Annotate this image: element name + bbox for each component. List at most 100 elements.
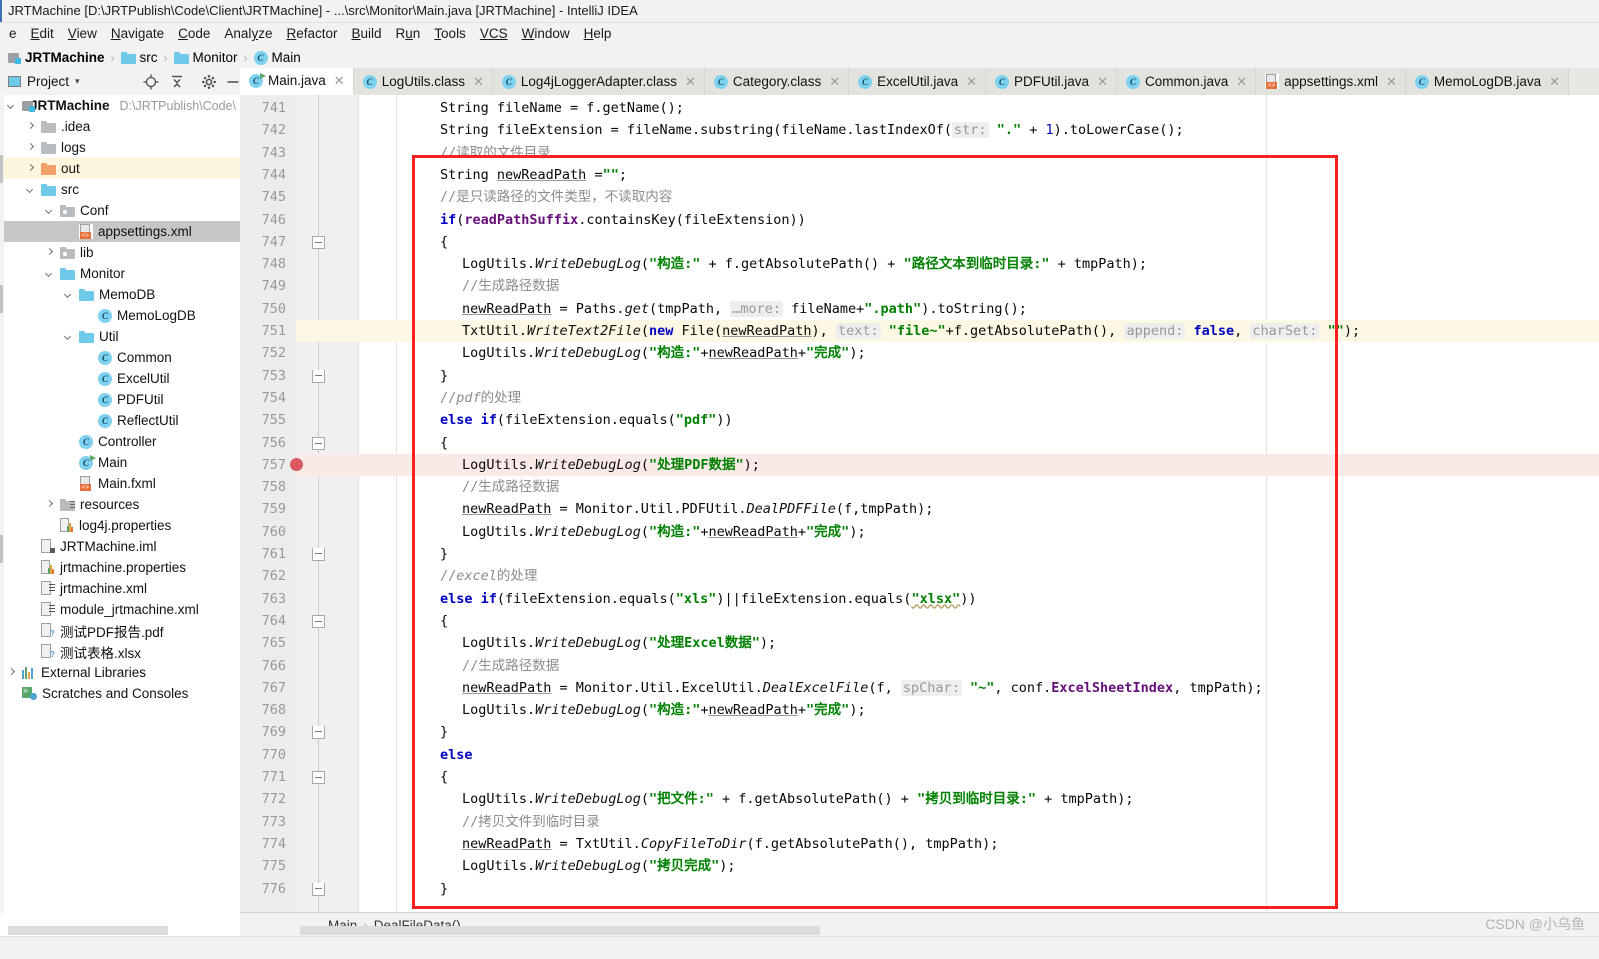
tree-item-controller[interactable]: C Controller [0, 431, 240, 452]
code-line-763[interactable]: 763 else if(fileExtension.equals("xls")||… [240, 588, 1599, 610]
menu-item-refactor[interactable]: Refactor [279, 23, 344, 45]
code-line-746[interactable]: 746 if(readPathSuffix.containsKey(fileExt… [240, 209, 1599, 231]
code-line-764[interactable]: 764 { [240, 610, 1599, 632]
code-line-760[interactable]: 760 LogUtils.WriteDebugLog("构造:"+newReadP… [240, 521, 1599, 543]
code-line-757[interactable]: 757 LogUtils.WriteDebugLog("处理PDF数据"); [240, 453, 1599, 477]
editor-tab-category-class[interactable]: C Category.class ✕ [704, 68, 850, 95]
code-line-768[interactable]: 768 LogUtils.WriteDebugLog("构造:"+newReadP… [240, 699, 1599, 721]
tree-item-resources[interactable]: resources [0, 494, 240, 515]
tree-item-external-libraries[interactable]: External Libraries [0, 662, 240, 683]
chevron-right-icon[interactable] [25, 121, 36, 132]
project-horizontal-scrollbar[interactable] [8, 926, 168, 935]
code-line-769[interactable]: 769} [240, 721, 1599, 743]
close-icon[interactable]: ✕ [473, 74, 484, 90]
tree-item-common[interactable]: C Common [0, 347, 240, 368]
menu-item-e[interactable]: e [2, 23, 24, 45]
menu-item-code[interactable]: Code [171, 23, 217, 45]
menu-item-view[interactable]: View [61, 23, 104, 45]
fold-marker[interactable] [312, 235, 325, 249]
collapse-all-icon[interactable] [168, 73, 186, 91]
chevron-right-icon[interactable] [25, 163, 36, 174]
chevron-right-icon[interactable] [25, 142, 36, 153]
menu-item-analyze[interactable]: Analyze [217, 23, 279, 45]
close-icon[interactable]: ✕ [966, 74, 977, 90]
menu-item-help[interactable]: Help [577, 23, 619, 45]
code-line-758[interactable]: 758 //生成路径数据 [240, 476, 1599, 498]
tree-item-scratches-and-consoles[interactable]: Scratches and Consoles [0, 683, 240, 704]
chevron-down-icon[interactable] [44, 268, 55, 279]
code-line-751[interactable]: 751 TxtUtil.WriteText2File(new File(newRe… [240, 320, 1599, 343]
chevron-down-icon[interactable] [63, 289, 74, 300]
chevron-right-icon[interactable] [6, 667, 17, 678]
fold-marker[interactable] [312, 436, 325, 450]
gear-icon[interactable] [200, 73, 218, 91]
code-line-767[interactable]: 767 newReadPath = Monitor.Util.ExcelUtil.… [240, 677, 1599, 699]
menu-item-tools[interactable]: Tools [427, 23, 473, 45]
code-line-749[interactable]: 749 //生成路径数据 [240, 275, 1599, 297]
close-icon[interactable]: ✕ [1236, 74, 1247, 90]
chevron-down-icon[interactable] [63, 331, 74, 342]
tree-item--idea[interactable]: .idea [0, 116, 240, 137]
code-line-756[interactable]: 756 { [240, 432, 1599, 454]
menu-item-run[interactable]: Run [389, 23, 428, 45]
project-tree[interactable]: JRTMachine D:\JRTPublish\Code\ .idea logs ou… [0, 95, 241, 925]
code-line-748[interactable]: 748 LogUtils.WriteDebugLog("构造:" + f.getA… [240, 253, 1599, 275]
editor-tab-excelutil-java[interactable]: C ExcelUtil.java ✕ [849, 68, 987, 95]
tree-item-logs[interactable]: logs [0, 137, 240, 158]
editor-tab-common-java[interactable]: C Common.java ✕ [1116, 68, 1257, 95]
tree-item-appsettings-xml[interactable]: <> appsettings.xml [0, 221, 240, 242]
editor-tab-logutils-class[interactable]: C LogUtils.class ✕ [353, 68, 493, 95]
breadcrumb-item-monitor[interactable]: Monitor [172, 46, 240, 70]
code-line-742[interactable]: 742 String fileExtension = fileName.subst… [240, 119, 1599, 141]
editor-tab-memologdb-java[interactable]: C MemoLogDB.java ✕ [1405, 68, 1570, 95]
editor-tab-pdfutil-java[interactable]: C PDFUtil.java ✕ [986, 68, 1117, 95]
menu-item-window[interactable]: Window [515, 23, 577, 45]
chevron-down-icon[interactable]: ▾ [75, 76, 80, 87]
tree-item-conf[interactable]: Conf [0, 200, 240, 221]
code-line-750[interactable]: 750 newReadPath = Paths.get(tmpPath, …mor… [240, 298, 1599, 320]
close-icon[interactable]: ✕ [829, 74, 840, 90]
tree-item-excelutil[interactable]: C ExcelUtil [0, 368, 240, 389]
code-line-773[interactable]: 773 //拷贝文件到临时目录 [240, 811, 1599, 833]
chevron-down-icon[interactable] [44, 205, 55, 216]
code-line-762[interactable]: 762 //excel的处理 [240, 565, 1599, 587]
code-line-772[interactable]: 772 LogUtils.WriteDebugLog("把文件:" + f.get… [240, 788, 1599, 810]
editor-tab-appsettings-xml[interactable]: <> appsettings.xml ✕ [1256, 68, 1406, 95]
code-line-765[interactable]: 765 LogUtils.WriteDebugLog("处理Excel数据"); [240, 632, 1599, 654]
locate-icon[interactable] [142, 73, 160, 91]
close-icon[interactable]: ✕ [1549, 74, 1560, 90]
code-line-775[interactable]: 775 LogUtils.WriteDebugLog("拷贝完成"); [240, 855, 1599, 877]
fold-marker[interactable] [312, 614, 325, 628]
tree-item--xlsx[interactable]: ? 测试表格.xlsx [0, 641, 240, 662]
code-line-755[interactable]: 755 else if(fileExtension.equals("pdf")) [240, 409, 1599, 431]
code-line-741[interactable]: 741 String fileName = f.getName(); [240, 97, 1599, 119]
tree-item-jrtmachine-properties[interactable]: jrtmachine.properties [0, 557, 240, 578]
menu-item-navigate[interactable]: Navigate [104, 23, 171, 45]
breadcrumb-item-jrtmachine[interactable]: JRTMachine [6, 46, 107, 70]
editor-tab-log4jloggeradapter-class[interactable]: C Log4jLoggerAdapter.class ✕ [492, 68, 705, 95]
chevron-right-icon[interactable] [44, 247, 55, 258]
tree-item-jrtmachine-xml[interactable]: jrtmachine.xml [0, 578, 240, 599]
fold-marker[interactable] [312, 548, 325, 561]
code-lines-container[interactable]: 741 String fileName = f.getName(); 742 Stri… [240, 95, 1599, 913]
tree-item-main-fxml[interactable]: <> Main.fxml [0, 473, 240, 494]
fold-marker[interactable] [312, 726, 325, 740]
code-line-776[interactable]: 776} [240, 878, 1599, 900]
close-icon[interactable]: ✕ [334, 73, 345, 89]
code-line-744[interactable]: 744 String newReadPath =""; [240, 164, 1599, 186]
code-line-766[interactable]: 766 //生成路径数据 [240, 655, 1599, 677]
tree-item-memodb[interactable]: MemoDB [0, 284, 240, 305]
code-line-745[interactable]: 745 //是只读路径的文件类型，不读取内容 [240, 186, 1599, 208]
editor-tab-main-java[interactable]: C Main.java ✕ [240, 68, 354, 95]
code-line-743[interactable]: 743 //读取的文件目录 [240, 142, 1599, 164]
code-line-754[interactable]: 754 //pdf的处理 [240, 387, 1599, 409]
close-icon[interactable]: ✕ [1386, 74, 1397, 90]
close-icon[interactable]: ✕ [685, 74, 696, 90]
tree-item-util[interactable]: Util [0, 326, 240, 347]
chevron-right-icon[interactable] [44, 499, 55, 510]
menu-item-build[interactable]: Build [344, 23, 388, 45]
tree-item-src[interactable]: src [0, 179, 240, 200]
tree-item-memologdb[interactable]: C MemoLogDB [0, 305, 240, 326]
breadcrumb-item-src[interactable]: src [119, 46, 160, 70]
code-line-752[interactable]: 752 LogUtils.WriteDebugLog("构造:"+newReadP… [240, 342, 1599, 364]
